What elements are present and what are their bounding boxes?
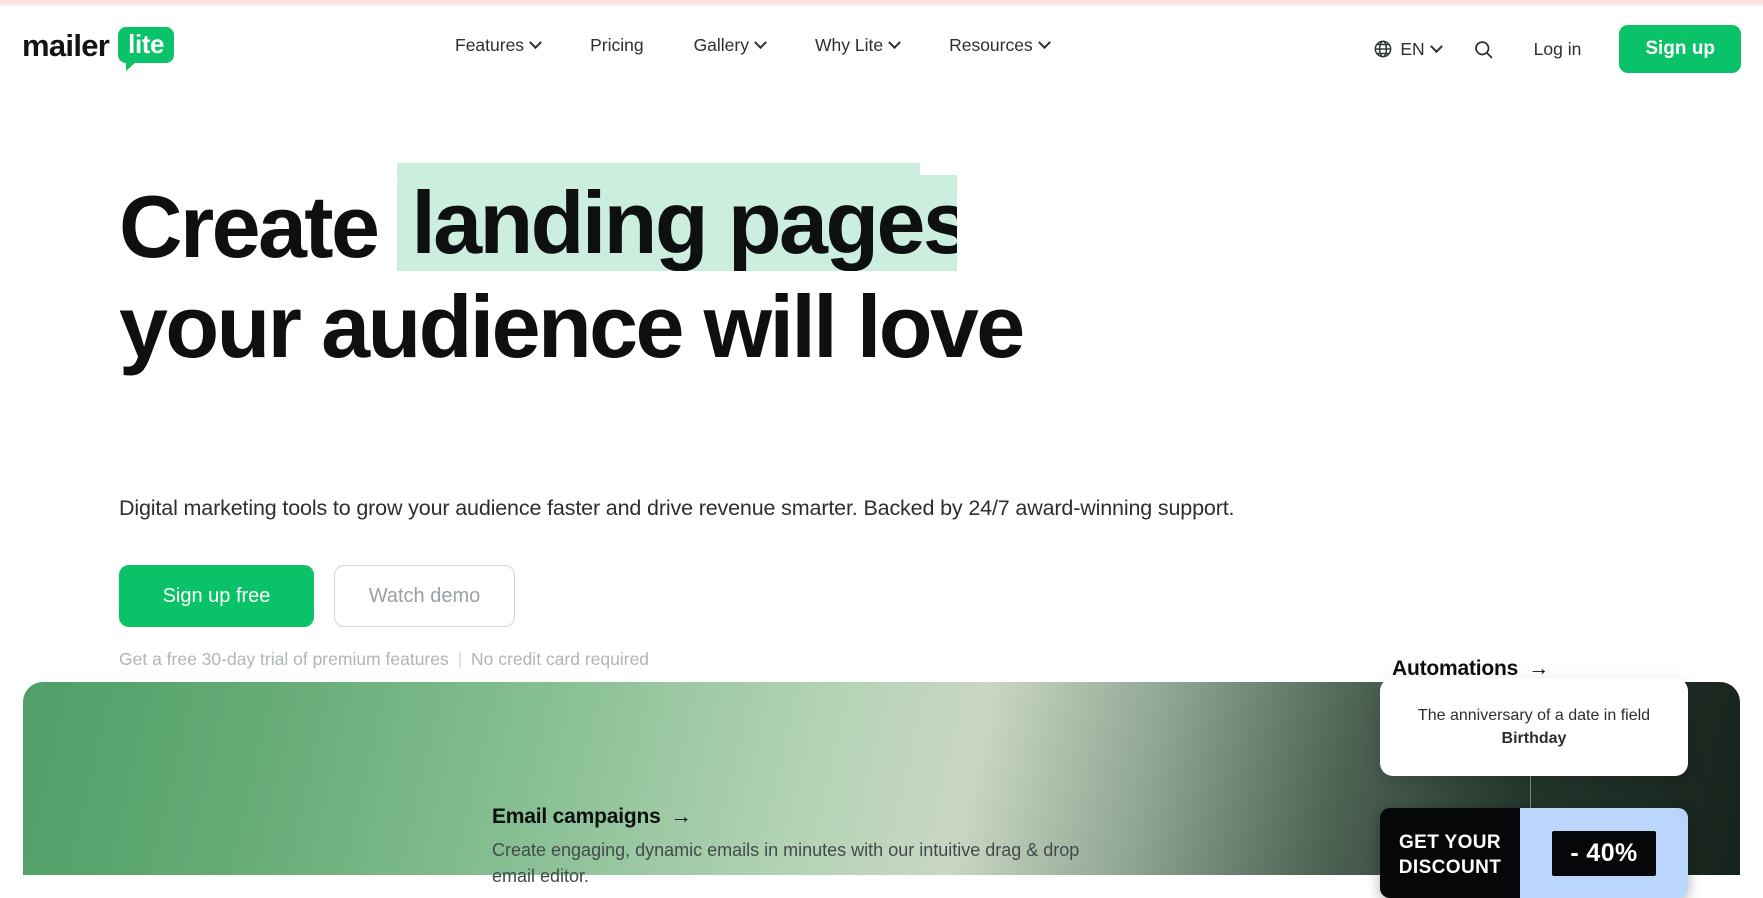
arrow-right-icon: →: [670, 805, 692, 828]
nav-label-gallery: Gallery: [693, 35, 749, 55]
fineprint-separator: |: [457, 649, 463, 669]
automation-trigger-prefix: The anniversary of a date in field: [1417, 706, 1651, 724]
primary-navigation: Features Pricing Gallery Why Lite Resour…: [430, 35, 1074, 56]
site-header: mailer lite Features Pricing Gallery Why…: [0, 5, 1763, 89]
discount-badge-value: - 40%: [1552, 830, 1656, 876]
globe-icon: [1374, 40, 1392, 58]
hero-fineprint: Get a free 30-day trial of premium featu…: [119, 649, 649, 670]
nav-label-resources: Resources: [949, 35, 1033, 55]
brand-logo-text: mailer: [22, 27, 110, 63]
language-code: EN: [1400, 38, 1425, 59]
nav-label-pricing: Pricing: [590, 35, 644, 55]
automation-trigger-card: The anniversary of a date in field Birth…: [1380, 678, 1688, 776]
nav-item-features[interactable]: Features: [430, 35, 565, 56]
hero-headline-static-word: Create: [119, 177, 380, 276]
email-campaigns-teaser: Email campaigns → Create engaging, dynam…: [492, 805, 1112, 889]
signup-button[interactable]: Sign up: [1619, 25, 1741, 73]
nav-item-pricing[interactable]: Pricing: [565, 35, 669, 56]
discount-promo-card: GET YOUR DISCOUNT - 40%: [1380, 808, 1688, 898]
hero-section: Create automations landing pages your au…: [0, 89, 1763, 738]
nav-label-why-lite: Why Lite: [815, 35, 884, 55]
nav-item-resources[interactable]: Resources: [924, 35, 1074, 56]
automation-trigger-text: The anniversary of a date in field Birth…: [1380, 704, 1688, 750]
fineprint-trial-text: Get a free 30-day trial of premium featu…: [119, 649, 449, 669]
signup-free-button[interactable]: Sign up free: [119, 565, 314, 627]
chevron-down-icon: [529, 36, 542, 50]
discount-label-line2: DISCOUNT: [1398, 857, 1502, 878]
search-button[interactable]: [1455, 39, 1512, 60]
email-campaigns-link[interactable]: Email campaigns →: [492, 805, 1112, 829]
brand-logo-bubble-icon: lite: [118, 27, 175, 71]
nav-label-features: Features: [455, 35, 525, 55]
brand-logo-badge-text: lite: [128, 29, 165, 59]
hero-rotating-word-entering: landing pages: [397, 175, 958, 271]
chevron-down-icon: [1037, 36, 1051, 50]
watch-demo-button[interactable]: Watch demo: [334, 565, 515, 627]
brand-logo[interactable]: mailer lite: [22, 27, 175, 71]
hero-headline-line2: your audience will love: [119, 277, 1025, 376]
discount-badge-panel: - 40%: [1520, 808, 1688, 898]
login-link[interactable]: Log in: [1512, 39, 1604, 60]
chevron-down-icon: [754, 36, 767, 50]
hero-cta-group: Sign up free Watch demo: [119, 565, 515, 627]
hero-word-rotator: automations landing pages: [397, 163, 958, 271]
language-selector[interactable]: EN: [1359, 39, 1454, 60]
search-icon: [1474, 40, 1492, 58]
chevron-down-icon: [1429, 39, 1443, 53]
hero-headline: Create automations landing pages your au…: [119, 163, 1319, 373]
nav-item-why-lite[interactable]: Why Lite: [790, 35, 924, 56]
hero-subheadline: Digital marketing tools to grow your aud…: [119, 496, 1235, 520]
automation-trigger-field: Birthday: [1501, 730, 1567, 747]
fineprint-nocard-text: No credit card required: [471, 649, 650, 669]
discount-label-line1: GET YOUR: [1398, 831, 1502, 853]
email-campaigns-description: Create engaging, dynamic emails in minut…: [492, 840, 1080, 886]
chevron-down-icon: [888, 36, 901, 50]
header-actions: EN Log in Sign up: [1359, 25, 1741, 73]
discount-label-panel: GET YOUR DISCOUNT: [1380, 808, 1520, 898]
hero-headline-line1: Create automations landing pages: [119, 163, 1319, 271]
nav-item-gallery[interactable]: Gallery: [669, 35, 790, 56]
email-campaigns-title: Email campaigns: [492, 805, 661, 828]
